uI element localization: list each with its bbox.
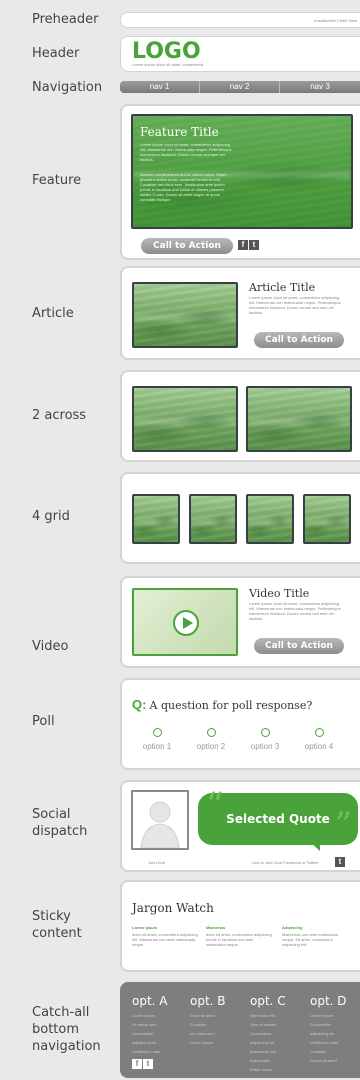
four-grid-block — [120, 472, 360, 564]
poll-option-2[interactable]: option 2 — [186, 728, 236, 751]
label-feature: Feature — [32, 173, 82, 188]
label-header: Header — [32, 46, 80, 61]
catchall-col-c: opt. C Nam dolor elit Sem at massa Conse… — [250, 994, 286, 1072]
radio-icon[interactable] — [314, 728, 324, 737]
twitter-icon[interactable]: t — [143, 1059, 153, 1069]
catchall-col-d: opt. D Lorem ipsum Consectetur adipiscin… — [310, 994, 347, 1063]
nav-item-1[interactable]: nav 1 — [120, 81, 200, 93]
sticky-col-1: Lorem ipsum dolor sit amet, consectetur a… — [132, 925, 198, 947]
preheader-block: Unsubscribe | Web View — [120, 12, 360, 28]
quote-mark-close: ” — [334, 805, 352, 845]
label-two-across: 2 across — [32, 408, 87, 423]
radio-icon[interactable] — [206, 728, 216, 737]
facebook-icon[interactable]: f — [238, 240, 248, 250]
article-image — [132, 282, 238, 348]
video-body: Lorem ipsum dolor sit amet, consectetur … — [249, 601, 341, 621]
header-block: LOGO Lorem ipsum dolor sit amet, consect… — [120, 36, 360, 72]
poll-option-3[interactable]: option 3 — [240, 728, 290, 751]
poll-question: Q: A question for poll response? — [132, 697, 312, 712]
grid-image-1 — [132, 494, 180, 544]
poll-option-4[interactable]: option 4 — [294, 728, 344, 751]
social-dispatch-block: John Doe “ Selected Quote ” Link to John… — [120, 780, 360, 872]
catchall-social: f t — [132, 1059, 153, 1069]
two-across-image-2 — [246, 386, 352, 452]
facebook-icon[interactable]: f — [132, 1059, 142, 1069]
label-video: Video — [32, 639, 69, 654]
label-poll: Poll — [32, 714, 55, 729]
play-icon[interactable] — [173, 610, 199, 636]
two-across-image-1 — [132, 386, 238, 452]
video-cta-button[interactable]: Call to Action — [254, 638, 344, 654]
feature-social: f t — [238, 240, 259, 250]
label-preheader: Preheader — [32, 12, 99, 27]
label-navigation: Navigation — [32, 80, 103, 95]
label-social-dispatch: Social dispatch — [32, 807, 88, 839]
feature-body-2: Aenean condimentum dui ac varius varius.… — [140, 172, 227, 202]
avatar — [131, 790, 189, 850]
feature-image: Feature Title Lorem ipsum dolor sit amet… — [131, 114, 353, 229]
feature-body-1: Lorem ipsum dolor sit amet, consectetur … — [140, 142, 232, 162]
nav-item-2[interactable]: nav 2 — [200, 81, 280, 93]
grid-image-2 — [189, 494, 237, 544]
article-block: Article Title Lorem ipsum dolor sit amet… — [120, 266, 360, 360]
preheader-links[interactable]: Unsubscribe | Web View — [314, 18, 357, 23]
poll-block: Q: A question for poll response? option … — [120, 678, 360, 770]
sticky-title: Jargon Watch — [132, 901, 214, 915]
label-article: Article — [32, 306, 74, 321]
label-four-grid: 4 grid — [32, 509, 70, 524]
sticky-col-2: Maecenas dolor sit amet, consectetur adip… — [206, 925, 272, 947]
catchall-block: opt. A Lorem ipsum Ut varius sem Consect… — [120, 982, 360, 1078]
article-cta-button[interactable]: Call to Action — [254, 332, 344, 348]
catchall-col-a: opt. A Lorem ipsum Ut varius sem Consect… — [132, 994, 168, 1063]
twitter-icon[interactable]: t — [335, 857, 345, 867]
radio-icon[interactable] — [260, 728, 270, 737]
two-across-block — [120, 370, 360, 462]
grid-image-3 — [246, 494, 294, 544]
header-tagline: Lorem ipsum dolor sit amet, consectetur — [132, 62, 204, 67]
poll-option-1[interactable]: option 1 — [132, 728, 182, 751]
video-title: Video Title — [249, 587, 310, 600]
nav-bar: nav 1 nav 2 nav 3 — [120, 81, 360, 93]
article-body: Lorem ipsum dolor sit amet, consectetur … — [249, 295, 341, 315]
poll-q-marker: Q: — [132, 697, 147, 712]
article-title: Article Title — [249, 281, 316, 294]
radio-icon[interactable] — [152, 728, 162, 737]
catchall-col-b: opt. B Dolor sit amet Curabitur nec risu… — [190, 994, 226, 1045]
bubble-tail — [310, 842, 320, 851]
logo[interactable]: LOGO — [132, 39, 201, 64]
feature-cta-button[interactable]: Call to Action — [141, 238, 233, 254]
social-link[interactable]: Link to John Doe Facebook or Twitter — [252, 860, 338, 865]
social-dispatch-social: t — [335, 857, 345, 867]
poll-question-text: A question for poll response? — [149, 699, 313, 712]
video-block: Video Title Lorem ipsum dolor sit amet, … — [120, 576, 360, 668]
person-icon — [140, 801, 180, 848]
video-thumbnail[interactable] — [132, 588, 238, 656]
social-name: John Doe — [148, 860, 166, 865]
feature-block: Feature Title Lorem ipsum dolor sit amet… — [120, 104, 360, 260]
label-catchall: Catch-all bottom navigation — [32, 1005, 101, 1054]
label-sticky-content: Sticky content — [32, 909, 82, 941]
twitter-icon[interactable]: t — [249, 240, 259, 250]
quote-bubble: “ Selected Quote ” — [198, 785, 358, 845]
sticky-col-3: Adipiscing Maecenas non ante malesuada ne… — [282, 925, 338, 947]
nav-item-3[interactable]: nav 3 — [280, 81, 360, 93]
sticky-block: Jargon Watch Lorem ipsum dolor sit amet, … — [120, 880, 360, 972]
grid-image-4 — [303, 494, 351, 544]
feature-title: Feature Title — [140, 125, 219, 139]
